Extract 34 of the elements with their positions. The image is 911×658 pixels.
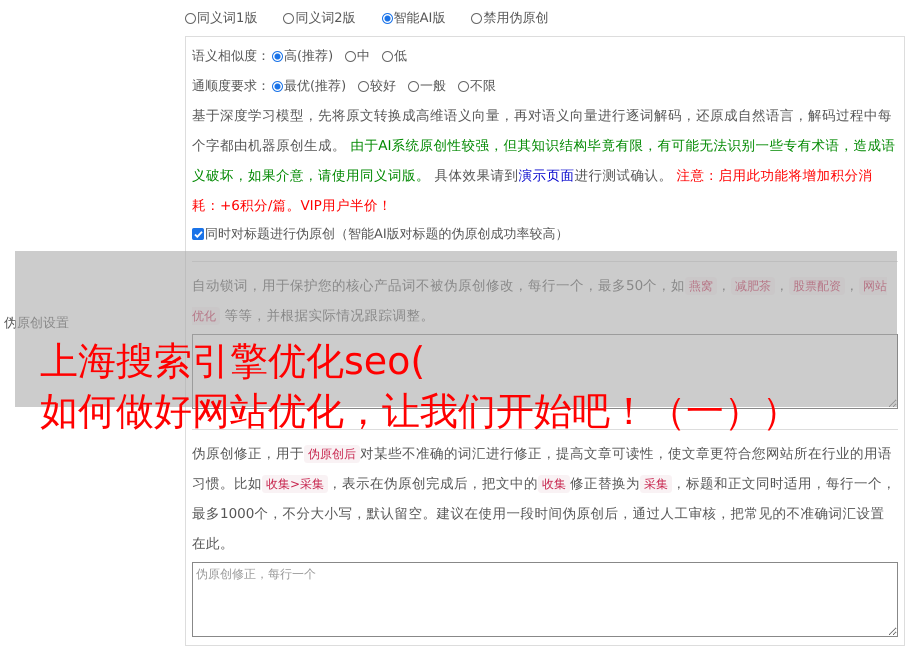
demo-page-link[interactable]: 演示页面: [518, 168, 574, 184]
radio-button[interactable]: [471, 12, 482, 24]
option-label[interactable]: 不限: [470, 77, 496, 95]
overlay-title-line: 上海搜索引擎优化seo(: [40, 338, 426, 385]
option-group-label: 通顺度要求：: [192, 78, 270, 95]
mode-option[interactable]: 同义词2版: [295, 9, 356, 27]
radio-button[interactable]: [272, 50, 283, 62]
corrections-description: 伪原创修正，用于 伪原创后 对某些不准确的词汇进行修正，提高文章可读性，使文章更符合您网站所在行业的用语习惯。比如 收集>采集 ，表示在伪原创完成后，把文中的 收集 修正替换为 采集 ，标题和正文同时适用，每行一个，最多1000个，不分大小写，默认留空。建议在使用一段时间伪原创后，通过人工审核，把常见的不准确词汇设置在此。: [192, 444, 898, 554]
option-label[interactable]: 低: [394, 47, 408, 65]
radio-button[interactable]: [283, 12, 294, 24]
radio-button[interactable]: [408, 80, 420, 92]
option-label[interactable]: 一般: [420, 77, 446, 95]
option-label[interactable]: 中: [357, 47, 370, 65]
option-label[interactable]: 较好: [370, 77, 396, 95]
overlay-title-line: 如何做好网站优化，让我们开始吧！（一））: [40, 388, 800, 435]
radio-button[interactable]: [358, 80, 370, 92]
radio-button[interactable]: [382, 12, 393, 24]
radio-button[interactable]: [382, 50, 394, 62]
checkbox[interactable]: [192, 228, 204, 240]
lock-words-description: 自动锁词，用于保护您的核心产品词不被伪原创修改，每行一个，最多50个，如 燕窝 ， 减肥茶 ， 股票配资 ， 网站优化 等等，并根据实际情况跟踪调整。: [192, 276, 888, 327]
radio-button[interactable]: [345, 50, 356, 62]
radio-button[interactable]: [458, 80, 470, 92]
mode-option[interactable]: 同义词1版: [197, 9, 258, 27]
section-label: 伪原创设置: [4, 315, 69, 332]
option-label[interactable]: 最优(推荐): [284, 77, 346, 95]
corrections-field[interactable]: 伪原创修正，每行一个: [192, 562, 898, 637]
radio-button[interactable]: [272, 80, 283, 92]
option-group-label: 语义相似度：: [192, 48, 270, 65]
mode-option[interactable]: 智能AI版: [394, 9, 446, 27]
checkbox-label[interactable]: 同时对标题进行伪原创（智能AI版对标题的伪原创成功率较高）: [205, 225, 569, 243]
radio-button[interactable]: [185, 12, 196, 24]
option-label[interactable]: 高(推荐): [284, 47, 334, 65]
ai-description: 基于深度学习模型，先将原文转换成高维语义向量，再对语义向量进行逐词解码，还原成自然语言，解码过程中每个字都由机器原创生成。 由于AI系统原创性较强，但其知识结构毕竟有限，有可能无法识别一些专有术语，造成语义破坏，如果介意，请使用同义词版。 具体效果请到演示页面进行测试确认。 注意：启用此功能将增加积分消耗：+6积分/篇。VIP用户半价！: [192, 107, 897, 216]
mode-option[interactable]: 禁用伪原创: [483, 9, 548, 27]
